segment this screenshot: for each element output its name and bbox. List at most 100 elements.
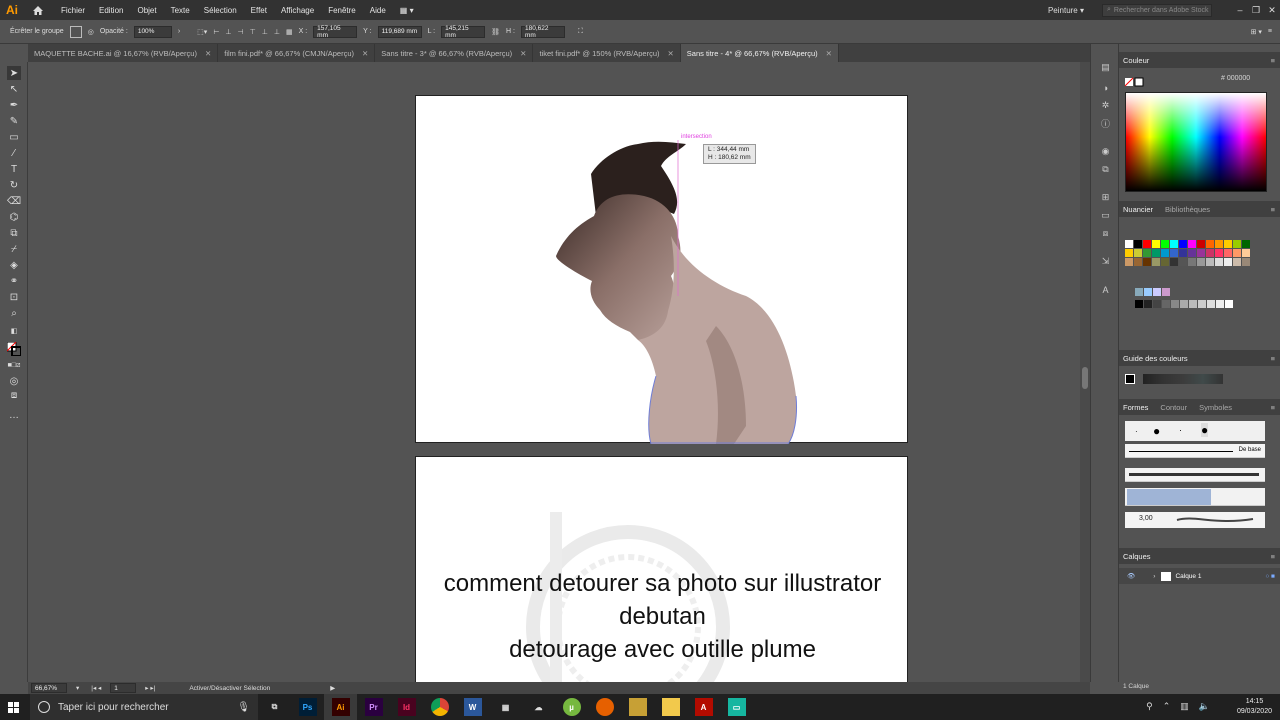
recolor-icon[interactable]: ◎ [88, 28, 94, 36]
swatch[interactable] [1216, 300, 1224, 308]
swatch[interactable] [1170, 258, 1178, 266]
artboard-tool-icon[interactable]: ⊡ [7, 290, 21, 304]
layers-panel-header[interactable]: Calques ≡ [1119, 548, 1280, 564]
links-icon[interactable]: ⧉ [1100, 164, 1111, 175]
restore-button[interactable]: ❐ [1248, 5, 1264, 16]
network-icon[interactable]: ▥ [1180, 701, 1189, 712]
cutout-photo[interactable] [416, 96, 909, 445]
chevron-right-icon[interactable]: › [178, 28, 180, 35]
swatch[interactable] [1197, 258, 1205, 266]
swatch[interactable] [1188, 249, 1196, 257]
swatch[interactable] [1170, 249, 1178, 257]
arrange-documents-icon[interactable]: ▦ ▾ [400, 6, 414, 15]
next-artboard-icon[interactable]: ▸ ▸| [145, 684, 155, 692]
swatch[interactable] [1206, 240, 1214, 248]
drawing-mode-icon[interactable]: ◎ [7, 374, 21, 388]
caption-line-2[interactable]: debutan [416, 600, 907, 633]
swatch[interactable] [1180, 300, 1188, 308]
swatch[interactable] [1125, 240, 1133, 248]
swatch[interactable] [1179, 258, 1187, 266]
scrollbar-thumb[interactable] [1082, 367, 1088, 389]
clip-group-label[interactable]: Écrêter le groupe [10, 28, 64, 35]
swatch-grid[interactable] [1125, 220, 1275, 310]
menu-affichage[interactable]: Affichage [281, 6, 314, 15]
swatch[interactable] [1224, 258, 1232, 266]
vertical-scrollbar[interactable] [1080, 62, 1090, 682]
brushes-tab[interactable]: Formes [1123, 403, 1148, 412]
live-paint-tool-icon[interactable]: ◈ [7, 258, 21, 272]
close-icon[interactable]: ✕ [520, 49, 526, 58]
swatch[interactable] [1171, 300, 1179, 308]
swatch[interactable] [1215, 258, 1223, 266]
panel-menu-icon[interactable]: ⊞ ▾ [1251, 28, 1262, 36]
home-icon[interactable] [30, 3, 46, 17]
export-icon[interactable]: ⇲ [1100, 256, 1111, 267]
chrome-icon[interactable] [423, 694, 456, 720]
panel-menu-icon[interactable]: ≡ [1271, 56, 1275, 65]
system-tray[interactable]: ⚲ ⌃ ▥ 🔈 [1146, 701, 1210, 712]
swatch[interactable] [1207, 300, 1215, 308]
default-colors-icon[interactable]: ◧ [7, 324, 21, 338]
menu-edition[interactable]: Edition [99, 6, 123, 15]
swatch[interactable] [1224, 249, 1232, 257]
microphone-icon[interactable]: 🎙 [237, 702, 250, 713]
swatches-panel-header[interactable]: Nuancier Bibliothèques ≡ [1119, 201, 1280, 217]
direct-selection-tool-icon[interactable]: ↖ [7, 82, 21, 96]
swatch[interactable] [1242, 240, 1250, 248]
word-icon[interactable]: W [456, 694, 489, 720]
target-icon[interactable]: ○ ■ [1265, 573, 1275, 580]
tab-maquette-bache[interactable]: MAQUETTE BACHE.ai @ 16,67% (RVB/Aperçu) ✕ [28, 44, 219, 62]
swatch[interactable] [1135, 300, 1143, 308]
menu-fenetre[interactable]: Fenêtre [328, 6, 356, 15]
menu-objet[interactable]: Objet [137, 6, 156, 15]
eyedropper-tool-icon[interactable]: ⌿ [7, 242, 21, 256]
swatch[interactable] [1162, 288, 1170, 296]
pathfinder-icon[interactable]: ▭ [1100, 210, 1111, 221]
swatches-tab[interactable]: Nuancier [1123, 205, 1153, 214]
swatch[interactable] [1134, 240, 1142, 248]
free-transform-tool-icon[interactable]: ⧉ [7, 226, 21, 240]
recorder-icon[interactable]: ▭ [720, 694, 753, 720]
menu-selection[interactable]: Sélection [204, 6, 237, 15]
panel-menu-icon[interactable]: ≡ [1271, 354, 1275, 363]
fill-stroke-icon[interactable] [7, 342, 21, 356]
status-action[interactable]: Activer/Désactiver Sélection [189, 685, 270, 692]
control-menu-icon[interactable]: ≡ [1268, 28, 1272, 35]
layer-row[interactable]: 👁 › Calque 1 ○ ■ [1119, 568, 1280, 584]
tab-tiket-fini[interactable]: tiket fini.pdf* @ 150% (RVB/Aperçu) ✕ [533, 44, 681, 62]
align-vcenter-icon[interactable]: ⊥ [262, 28, 268, 36]
tab-sans-titre-4[interactable]: Sans titre - 4* @ 66,67% (RVB/Aperçu) ✕ [680, 44, 839, 62]
swatch[interactable] [1144, 300, 1152, 308]
swatch[interactable] [1134, 258, 1142, 266]
taskbar-search[interactable]: Taper ici pour rechercher 🎙 [30, 694, 258, 720]
curvature-tool-icon[interactable]: ✎ [7, 114, 21, 128]
file-explorer-icon[interactable] [654, 694, 687, 720]
swatch[interactable] [1143, 249, 1151, 257]
swatch[interactable] [1233, 249, 1241, 257]
swatch[interactable] [1215, 240, 1223, 248]
transform-panel-icon[interactable]: ⛶ [578, 28, 583, 36]
character-icon[interactable]: A [1100, 284, 1111, 295]
premiere-icon[interactable]: Pr [357, 694, 390, 720]
blend-tool-icon[interactable]: ⚭ [7, 274, 21, 288]
swatch[interactable] [1242, 249, 1250, 257]
rotate-tool-icon[interactable]: ↻ [7, 178, 21, 192]
windows-start-icon[interactable] [8, 701, 20, 719]
eraser-tool-icon[interactable]: ⌫ [7, 194, 21, 208]
close-icon[interactable]: ✕ [205, 49, 211, 58]
caption-line-3[interactable]: detourage avec outille plume [416, 633, 907, 666]
swatch[interactable] [1179, 240, 1187, 248]
isolate-icon[interactable] [69, 25, 82, 38]
brushes-panel-header[interactable]: Formes Contour Symboles ≡ [1119, 399, 1280, 415]
panel-menu-icon[interactable]: ≡ [1271, 403, 1275, 412]
tab-film-fini[interactable]: film fini.pdf* @ 66,67% (CMJN/Aperçu) ✕ [218, 44, 376, 62]
color-guide-header[interactable]: Guide des couleurs ≡ [1119, 350, 1280, 366]
align-left-icon[interactable]: ⊢ [213, 28, 219, 36]
paintbrush-tool-icon[interactable]: ⁄ [7, 146, 21, 160]
swatch[interactable] [1197, 249, 1205, 257]
zoom-field[interactable]: 66,67% [31, 683, 67, 693]
calculator-icon[interactable]: ▦ [489, 694, 522, 720]
people-icon[interactable]: ⚲ [1146, 701, 1153, 712]
y-field[interactable]: 119,689 mm [377, 25, 422, 38]
pen-tool-icon[interactable]: ✒ [7, 98, 21, 112]
